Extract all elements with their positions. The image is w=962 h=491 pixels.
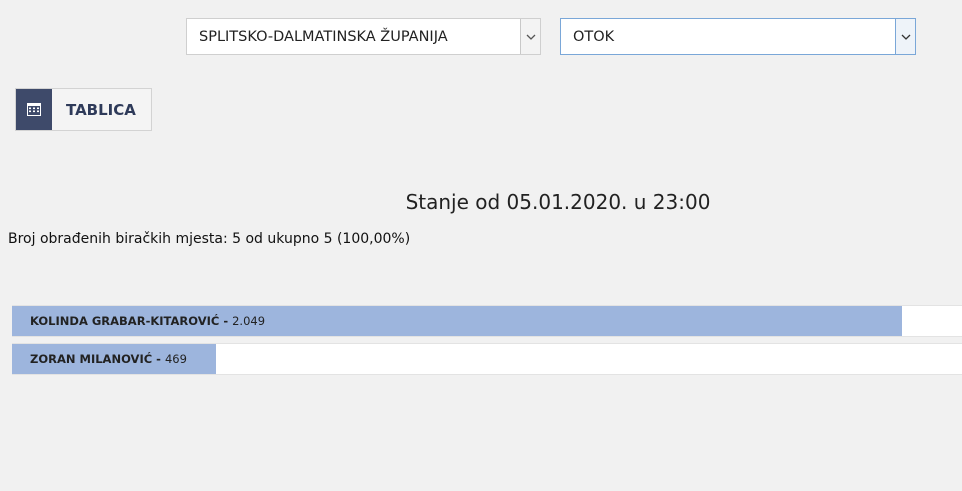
chevron-down-icon[interactable] (895, 19, 915, 54)
candidate-name: KOLINDA GRABAR-KITAROVIĆ (30, 314, 220, 328)
table-view-button[interactable]: TABLICA (15, 88, 152, 131)
candidate-votes: 469 (164, 352, 187, 366)
table-view-label: TABLICA (66, 100, 136, 119)
area-select-value: OTOK (573, 28, 615, 45)
candidate-name: ZORAN MILANOVIĆ (30, 352, 153, 366)
separator: - (156, 352, 161, 366)
calendar-grid-icon (16, 89, 52, 130)
status-title: Stanje od 05.01.2020. u 23:00 (405, 190, 711, 214)
county-select-value: SPLITSKO-DALMATINSKA ŽUPANIJA (199, 28, 448, 45)
chevron-down-icon[interactable] (520, 19, 540, 54)
area-select[interactable]: OTOK (560, 18, 916, 55)
result-row: ZORAN MILANOVIĆ - 469 (12, 343, 962, 375)
separator: - (223, 314, 229, 328)
result-label: ZORAN MILANOVIĆ - 469 (30, 344, 187, 374)
result-row: KOLINDA GRABAR-KITAROVIĆ - 2.049 (12, 305, 962, 337)
processed-stations: Broj obrađenih biračkih mjesta: 5 od uku… (8, 231, 411, 247)
candidate-votes: 2.049 (232, 314, 266, 328)
county-select[interactable]: SPLITSKO-DALMATINSKA ŽUPANIJA (186, 18, 541, 55)
result-label: KOLINDA GRABAR-KITAROVIĆ - 2.049 (30, 306, 265, 336)
